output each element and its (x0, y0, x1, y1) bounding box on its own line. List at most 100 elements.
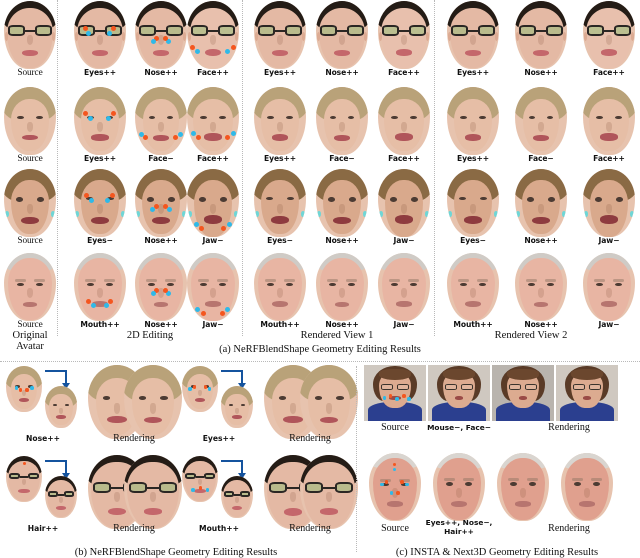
avatar-older-man (515, 253, 567, 321)
marker-dot (226, 222, 232, 228)
marker-dot (400, 480, 404, 484)
cell-label: Eyes++ (264, 68, 296, 77)
avatar-older-woman (221, 386, 253, 428)
group-label-rendered-view-1: Rendered View 1 (300, 330, 374, 341)
face-cell[interactable]: Eyes− (72, 168, 128, 254)
face-cell[interactable]: Nose++ (314, 168, 370, 254)
cell-label: Eyes++ (84, 68, 116, 77)
face-cell[interactable]: Rendering (548, 452, 618, 544)
cell-label: Face++ (388, 68, 420, 77)
face-cell[interactable]: Nose++ (133, 252, 189, 338)
face-cell[interactable]: Nose++ (133, 0, 189, 86)
marker-dot (162, 36, 168, 42)
panel-c-row-1: Source Mouse−, Face− Rendering (360, 364, 640, 456)
face-cell[interactable]: Eyes++ (72, 86, 128, 172)
photo-cell[interactable]: Rendering (548, 364, 618, 456)
edited-thumb[interactable] (45, 386, 77, 428)
marker-dot (230, 44, 236, 50)
avatar-young-woman (583, 169, 635, 237)
marker-dot (203, 385, 208, 389)
face-cell[interactable]: Eyes++ (252, 86, 308, 172)
avatar-older-woman (135, 87, 187, 155)
face-cell[interactable]: Jaw− (581, 252, 637, 338)
face-cell[interactable]: Face− (133, 86, 189, 172)
cell-label: Eyes− (267, 236, 293, 245)
face-cell[interactable]: Source (2, 252, 58, 338)
cell-label: Source (17, 154, 43, 164)
avatar-older-man (187, 253, 239, 321)
cell-label: Face− (329, 154, 355, 163)
face-cell[interactable]: Face− (314, 86, 370, 172)
face-cell[interactable]: Source (2, 86, 58, 172)
marker-dot (190, 44, 196, 50)
face-cell[interactable]: Nose++ (513, 0, 569, 86)
face-cell[interactable]: Eyes− (252, 168, 308, 254)
marker-dot (88, 197, 94, 203)
face-cell[interactable]: Face++ (581, 86, 637, 172)
source-thumb[interactable] (6, 366, 42, 412)
avatar-asian-man (187, 1, 239, 69)
edit-label: Nose++ (26, 434, 60, 443)
photo-cell[interactable]: Source (364, 364, 426, 456)
cell-label: Mouth++ (80, 320, 120, 329)
marker-dot (384, 480, 389, 484)
photo-cell[interactable]: Mouse−, Face− (427, 364, 491, 456)
face-cell[interactable]: Eyes++ (445, 86, 501, 172)
face-cell[interactable]: Face++ (185, 86, 241, 172)
avatar-older-man (447, 253, 499, 321)
face-cell[interactable]: Jaw− (581, 168, 637, 254)
face-cell[interactable]: Eyes++, Nose−, Hair++ (426, 452, 492, 544)
source-thumb[interactable] (182, 456, 218, 502)
face-cell[interactable]: Mouth++ (445, 252, 501, 338)
face-cell[interactable]: Eyes++ (72, 0, 128, 86)
face-cell[interactable]: Jaw− (376, 168, 432, 254)
rendering-thumb[interactable] (300, 455, 358, 529)
cell-label: Source (17, 68, 43, 78)
panel-c-caption: (c) INSTA & Next3D Geometry Editing Resu… (395, 547, 599, 558)
avatar-young-woman (447, 169, 499, 237)
rendering-thumb[interactable] (300, 365, 358, 439)
face-cell[interactable]: Eyes++ (252, 0, 308, 86)
avatar-older-man (74, 253, 126, 321)
face-cell[interactable]: Eyes++ (445, 0, 501, 86)
cell-label: Nose++ (325, 236, 359, 245)
face-cell[interactable]: Jaw− (185, 168, 241, 254)
face-cell[interactable]: Eyes− (445, 168, 501, 254)
avatar-older-man (316, 253, 368, 321)
panel-b-group: Nose++ Rendering (0, 364, 182, 456)
face-cell[interactable]: Nose++ (513, 252, 569, 338)
cell-label: Jaw− (202, 236, 224, 245)
panel-b-row-1: Nose++ Rendering Eyes++ Rendering (0, 364, 358, 456)
face-cell[interactable]: Face++ (376, 86, 432, 172)
edited-thumb[interactable] (45, 476, 77, 518)
face-cell[interactable]: Jaw− (185, 252, 241, 338)
edited-thumb[interactable] (221, 476, 253, 518)
face-cell[interactable]: Face− (513, 86, 569, 172)
face-cell[interactable]: Source (364, 452, 426, 544)
face-cell[interactable]: Jaw− (376, 252, 432, 338)
source-thumb[interactable] (182, 366, 218, 412)
source-thumb[interactable] (6, 456, 42, 502)
face-cell[interactable]: Source (2, 168, 58, 254)
rendering-thumb[interactable] (124, 365, 182, 439)
rendering-thumb[interactable] (124, 455, 182, 529)
avatar-older-woman (300, 365, 358, 439)
face-cell[interactable]: Face++ (185, 0, 241, 86)
face-cell[interactable]: Face++ (376, 0, 432, 86)
face-cell[interactable]: Nose++ (314, 0, 370, 86)
face-cell[interactable]: Mouth++ (252, 252, 308, 338)
avatar-young-woman (4, 169, 56, 237)
face-cell[interactable]: Mouth++ (72, 252, 128, 338)
avatar-older-man (4, 253, 56, 321)
avatar-older-man (561, 453, 613, 521)
marker-dot (190, 130, 196, 136)
face-cell[interactable]: Nose++ (314, 252, 370, 338)
edited-thumb[interactable] (221, 386, 253, 428)
face-cell[interactable]: Nose++ (513, 168, 569, 254)
face-cell[interactable]: Nose++ (133, 168, 189, 254)
face-cell[interactable]: Source (2, 0, 58, 86)
photo-cell[interactable] (492, 364, 554, 456)
avatar-asian-man (6, 456, 42, 502)
cell-label: Face++ (593, 154, 625, 163)
face-cell[interactable]: Face++ (581, 0, 637, 86)
